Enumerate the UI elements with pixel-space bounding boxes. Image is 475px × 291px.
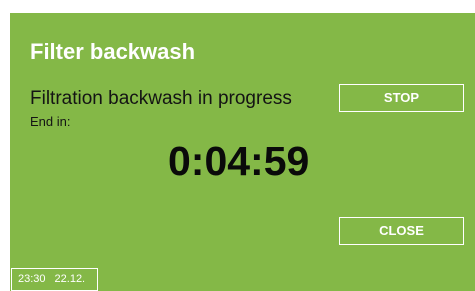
status-clock: 23:30 22.12. [11, 268, 98, 291]
close-button[interactable]: CLOSE [339, 217, 464, 245]
stop-button[interactable]: STOP [339, 84, 464, 112]
dialog-title: Filter backwash [30, 39, 196, 64]
end-in-label: End in: [30, 114, 71, 129]
backwash-dialog: Filter backwash Filtration backwash in p… [10, 13, 475, 291]
clock-date: 22.12. [54, 273, 86, 285]
clock-time: 23:30 [18, 273, 46, 285]
status-message: Filtration backwash in progress [30, 88, 292, 109]
countdown-timer: 0:04:59 [168, 138, 310, 184]
